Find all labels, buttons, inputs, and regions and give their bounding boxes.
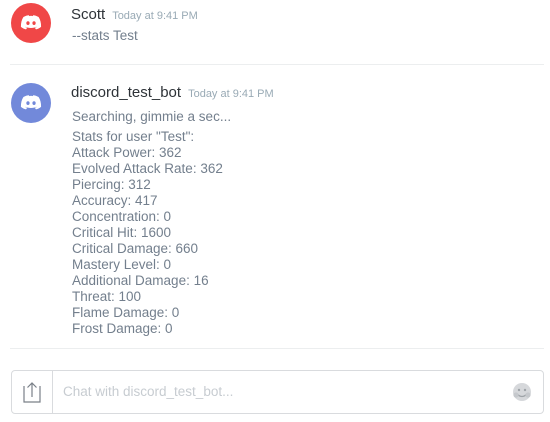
stats-line: Stats for user "Test": bbox=[72, 129, 195, 144]
message-group-bot: discord_test_bot Today at 9:41 PM Search… bbox=[0, 66, 550, 350]
stats-line: Accuracy: 417 bbox=[72, 193, 158, 208]
emoji-button[interactable] bbox=[511, 381, 533, 403]
avatar[interactable] bbox=[11, 3, 51, 43]
stats-line: Evolved Attack Rate: 362 bbox=[72, 161, 223, 176]
stats-line: Attack Power: 362 bbox=[72, 145, 182, 160]
stats-line: Additional Damage: 16 bbox=[72, 273, 209, 288]
chat-input-container: Chat with discord_test_bot... bbox=[11, 370, 544, 414]
avatar[interactable] bbox=[11, 83, 51, 123]
message-group-scott: Scott Today at 9:41 PM --stats Test bbox=[0, 0, 550, 66]
upload-icon bbox=[23, 382, 41, 403]
message-text: --stats Test bbox=[72, 28, 138, 43]
discord-logo-icon bbox=[20, 15, 42, 30]
stats-line: Critical Hit: 1600 bbox=[72, 225, 172, 240]
stats-line: Concentration: 0 bbox=[72, 209, 172, 224]
username[interactable]: Scott bbox=[71, 6, 105, 23]
message-text: Searching, gimmie a sec... bbox=[72, 109, 232, 124]
message-divider bbox=[10, 64, 544, 65]
stats-line: Flame Damage: 0 bbox=[72, 305, 180, 320]
stats-line: Piercing: 312 bbox=[72, 177, 151, 192]
chat-divider bbox=[10, 348, 544, 349]
chat-input[interactable]: Chat with discord_test_bot... bbox=[63, 384, 233, 399]
emoji-icon bbox=[513, 383, 531, 401]
message-header: discord_test_bot Today at 9:41 PM bbox=[71, 84, 274, 101]
upload-button[interactable] bbox=[12, 371, 53, 413]
stats-line: Threat: 100 bbox=[72, 289, 142, 304]
stats-message: Stats for user "Test": Attack Power: 362… bbox=[72, 129, 223, 337]
username[interactable]: discord_test_bot bbox=[71, 84, 181, 101]
timestamp: Today at 9:41 PM bbox=[188, 88, 274, 100]
message-header: Scott Today at 9:41 PM bbox=[71, 6, 198, 23]
stats-line: Critical Damage: 660 bbox=[72, 241, 199, 256]
stats-line: Frost Damage: 0 bbox=[72, 321, 173, 336]
timestamp: Today at 9:41 PM bbox=[112, 10, 198, 22]
stats-line: Mastery Level: 0 bbox=[72, 257, 172, 272]
discord-logo-icon bbox=[20, 95, 42, 110]
